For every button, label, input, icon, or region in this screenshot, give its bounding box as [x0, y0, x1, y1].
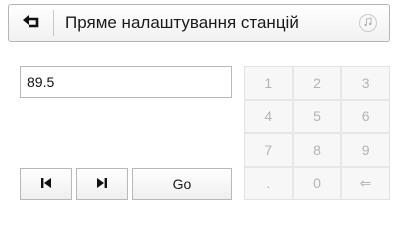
key-9[interactable]: 9 [342, 134, 389, 166]
key-4[interactable]: 4 [245, 100, 292, 132]
key-5[interactable]: 5 [293, 100, 341, 132]
skip-previous-icon [40, 176, 52, 192]
key-1[interactable]: 1 [245, 67, 292, 99]
key-0[interactable]: 0 [293, 167, 341, 199]
skip-next-icon [96, 176, 108, 192]
skip-next-button[interactable] [76, 168, 128, 200]
music-note-icon [363, 14, 373, 32]
numeric-keypad: 1 2 3 4 5 6 7 8 9 . 0 ⇐ [244, 66, 390, 200]
key-backspace[interactable]: ⇐ [342, 167, 389, 199]
header-divider [53, 10, 54, 36]
key-7[interactable]: 7 [245, 134, 292, 166]
key-3[interactable]: 3 [342, 67, 389, 99]
go-button[interactable]: Go [132, 168, 232, 200]
key-decimal[interactable]: . [245, 167, 292, 199]
music-button[interactable] [359, 14, 377, 32]
page-title: Пряме налаштування станцій [65, 13, 299, 32]
direct-tuning-screen: Пряме налаштування станцій 89.5 Go 1 2 3… [0, 0, 398, 244]
back-arrow-icon [21, 13, 41, 34]
skip-previous-button[interactable] [20, 168, 72, 200]
header-bar: Пряме налаштування станцій [8, 4, 390, 42]
key-2[interactable]: 2 [293, 67, 341, 99]
key-6[interactable]: 6 [342, 100, 389, 132]
key-8[interactable]: 8 [293, 134, 341, 166]
frequency-input[interactable]: 89.5 [20, 66, 232, 98]
back-button[interactable] [11, 7, 51, 39]
